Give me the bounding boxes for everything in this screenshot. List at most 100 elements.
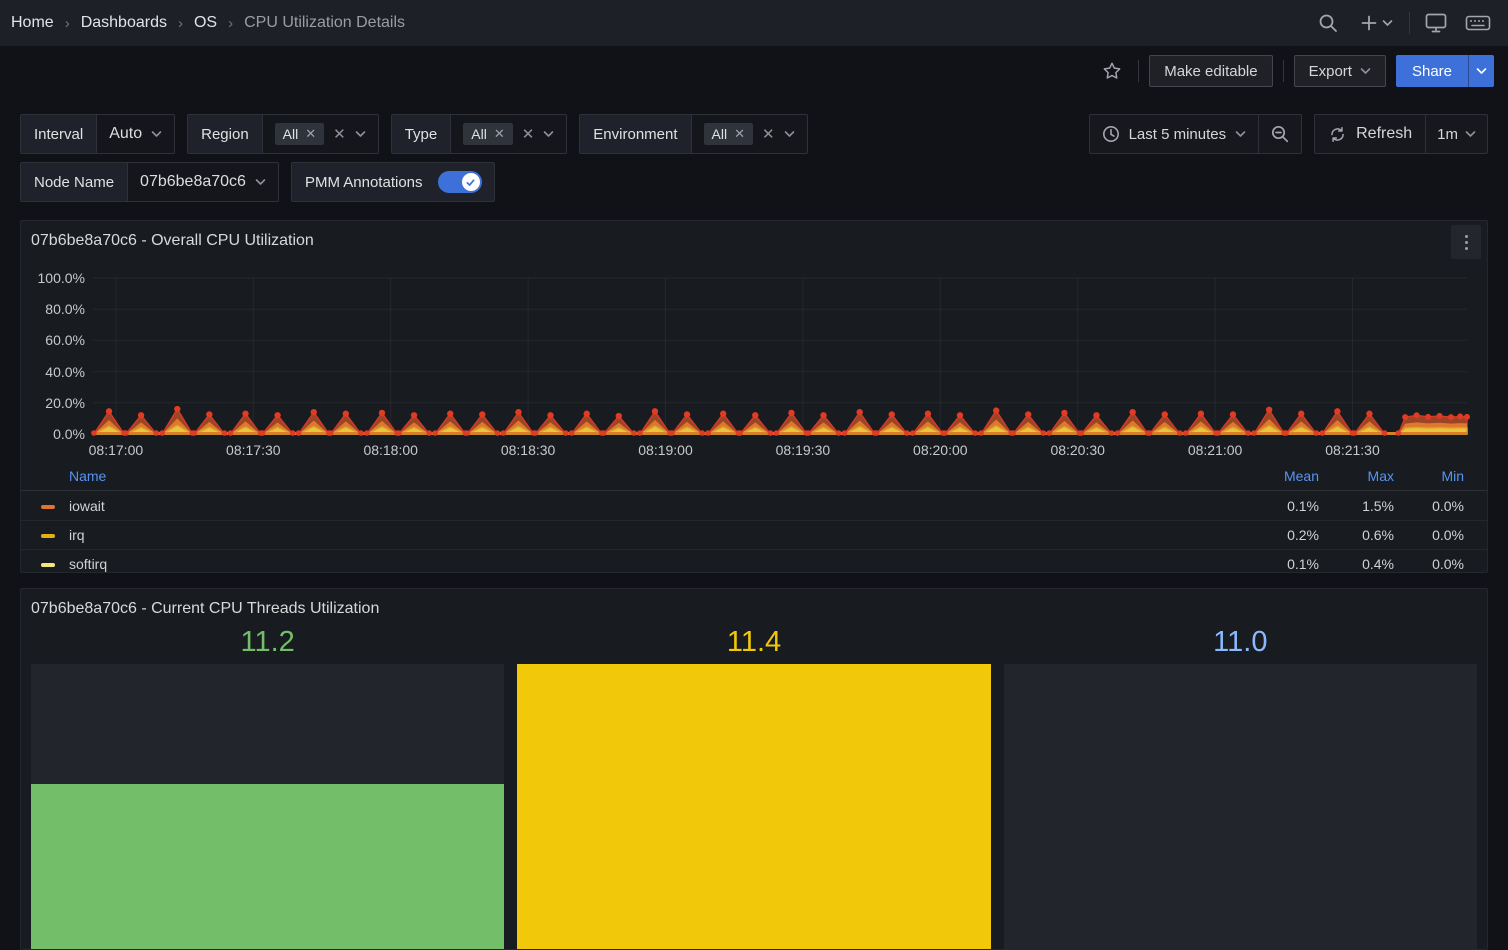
star-dashboard-button[interactable] (1096, 55, 1128, 87)
gauge-track (1004, 664, 1477, 950)
breadcrumb-os[interactable]: OS (194, 14, 217, 32)
pmm-annotations-toggle[interactable] (438, 171, 482, 193)
environment-label: Environment (580, 115, 691, 153)
chevron-down-icon (1465, 130, 1476, 138)
search-icon (1317, 12, 1339, 34)
toggle-knob (462, 173, 480, 191)
legend-column-mean[interactable]: Mean (1239, 468, 1319, 484)
interval-select[interactable]: Auto (97, 115, 174, 153)
chevron-down-icon (1360, 67, 1371, 75)
series-name: softirq (69, 556, 107, 572)
breadcrumb: Home › Dashboards › OS › CPU Utilization… (11, 14, 405, 32)
make-editable-button[interactable]: Make editable (1149, 55, 1272, 87)
chevron-down-icon (355, 130, 366, 138)
series-name: iowait (69, 498, 105, 514)
gauge-value: 11.2 (31, 625, 504, 664)
type-select[interactable]: All ✕ ✕ (451, 115, 566, 153)
interval-label: Interval (21, 115, 97, 153)
toolbar-divider (1283, 60, 1284, 82)
export-button[interactable]: Export (1294, 55, 1386, 87)
region-chip-all[interactable]: All ✕ (275, 123, 324, 145)
keyboard-shortcuts-button[interactable] (1462, 7, 1494, 39)
refresh-interval-value: 1m (1437, 126, 1458, 143)
legend-column-name[interactable]: Name (69, 468, 106, 484)
clock-icon (1102, 125, 1120, 143)
series-max: 0.6% (1314, 527, 1394, 543)
variable-interval: Interval Auto (20, 114, 175, 154)
legend-row-iowait[interactable]: iowait 0.1% 1.5% 0.0% (21, 491, 1487, 520)
gauge-fill (31, 784, 504, 950)
variable-environment: Environment All ✕ ✕ (579, 114, 807, 154)
clear-selection-icon[interactable]: ✕ (333, 125, 346, 143)
node-name-label: Node Name (21, 163, 128, 201)
breadcrumb-separator: › (178, 15, 183, 32)
legend-row-softirq[interactable]: softirq 0.1% 0.4% 0.0% (21, 549, 1487, 573)
top-nav-bar: Home › Dashboards › OS › CPU Utilization… (0, 0, 1508, 46)
panel-title[interactable]: 07b6be8a70c6 - Current CPU Threads Utili… (31, 600, 379, 618)
share-button[interactable]: Share (1396, 55, 1468, 87)
environment-select[interactable]: All ✕ ✕ (692, 115, 807, 153)
search-button[interactable] (1312, 7, 1344, 39)
refresh-button[interactable]: Refresh (1315, 115, 1425, 153)
variable-type: Type All ✕ ✕ (391, 114, 568, 154)
new-dashboard-button[interactable] (1354, 7, 1399, 39)
gauge-value: 11.4 (517, 625, 990, 664)
remove-chip-icon[interactable]: ✕ (305, 126, 316, 142)
node-name-select[interactable]: 07b6be8a70c6 (128, 163, 278, 201)
pmm-annotations-label: PMM Annotations (292, 163, 436, 201)
keyboard-icon (1465, 13, 1491, 33)
clear-selection-icon[interactable]: ✕ (762, 125, 775, 143)
gauge-track (517, 664, 990, 950)
type-chip-label: All (471, 126, 487, 142)
share-menu-caret[interactable] (1468, 55, 1494, 87)
breadcrumb-separator: › (228, 15, 233, 32)
chevron-down-icon (1476, 67, 1487, 75)
chevron-down-icon (1235, 130, 1246, 138)
bar-gauge-thread-3: 11.0 (1004, 625, 1477, 950)
region-chip-label: All (283, 126, 299, 142)
node-name-value: 07b6be8a70c6 (140, 173, 246, 191)
star-icon (1101, 60, 1123, 82)
type-chip-all[interactable]: All ✕ (463, 123, 512, 145)
bar-gauge-thread-2: 11.4 (517, 625, 990, 950)
kiosk-mode-button[interactable] (1420, 7, 1452, 39)
time-range-button[interactable]: Last 5 minutes (1090, 115, 1259, 153)
breadcrumb-home[interactable]: Home (11, 14, 54, 32)
variable-node-name: Node Name 07b6be8a70c6 (20, 162, 279, 202)
remove-chip-icon[interactable]: ✕ (494, 126, 505, 142)
chevron-down-icon (255, 178, 266, 186)
variable-region: Region All ✕ ✕ (187, 114, 379, 154)
chevron-down-icon (1382, 19, 1393, 27)
chevron-down-icon (543, 130, 554, 138)
remove-chip-icon[interactable]: ✕ (734, 126, 745, 142)
series-color-swatch (41, 563, 55, 567)
refresh-interval-select[interactable]: 1m (1425, 115, 1487, 153)
pmm-annotations-control: PMM Annotations (291, 162, 495, 202)
share-button-group: Share (1396, 55, 1494, 87)
environment-chip-label: All (712, 126, 728, 142)
chevron-down-icon (784, 130, 795, 138)
legend-column-max[interactable]: Max (1314, 468, 1394, 484)
series-min: 0.0% (1384, 556, 1464, 572)
series-mean: 0.1% (1239, 498, 1319, 514)
time-range-label: Last 5 minutes (1129, 126, 1227, 143)
legend-row-irq[interactable]: irq 0.2% 0.6% 0.0% (21, 520, 1487, 549)
clear-selection-icon[interactable]: ✕ (522, 125, 535, 143)
breadcrumb-dashboards[interactable]: Dashboards (81, 14, 167, 32)
toolbar-divider (1138, 60, 1139, 82)
gauge-track (31, 664, 504, 950)
environment-chip-all[interactable]: All ✕ (704, 123, 753, 145)
legend-column-min[interactable]: Min (1384, 468, 1464, 484)
zoom-out-time-button[interactable] (1258, 115, 1301, 153)
chevron-down-icon (151, 130, 162, 138)
time-picker: Last 5 minutes (1089, 114, 1303, 154)
gauge-value: 11.0 (1004, 625, 1477, 664)
breadcrumb-separator: › (65, 15, 70, 32)
region-select[interactable]: All ✕ ✕ (263, 115, 378, 153)
monitor-icon (1424, 12, 1448, 34)
series-color-swatch (41, 505, 55, 509)
refresh-label: Refresh (1356, 125, 1412, 143)
toolbar-divider (1409, 12, 1410, 34)
region-label: Region (188, 115, 263, 153)
export-button-label: Export (1309, 63, 1352, 80)
